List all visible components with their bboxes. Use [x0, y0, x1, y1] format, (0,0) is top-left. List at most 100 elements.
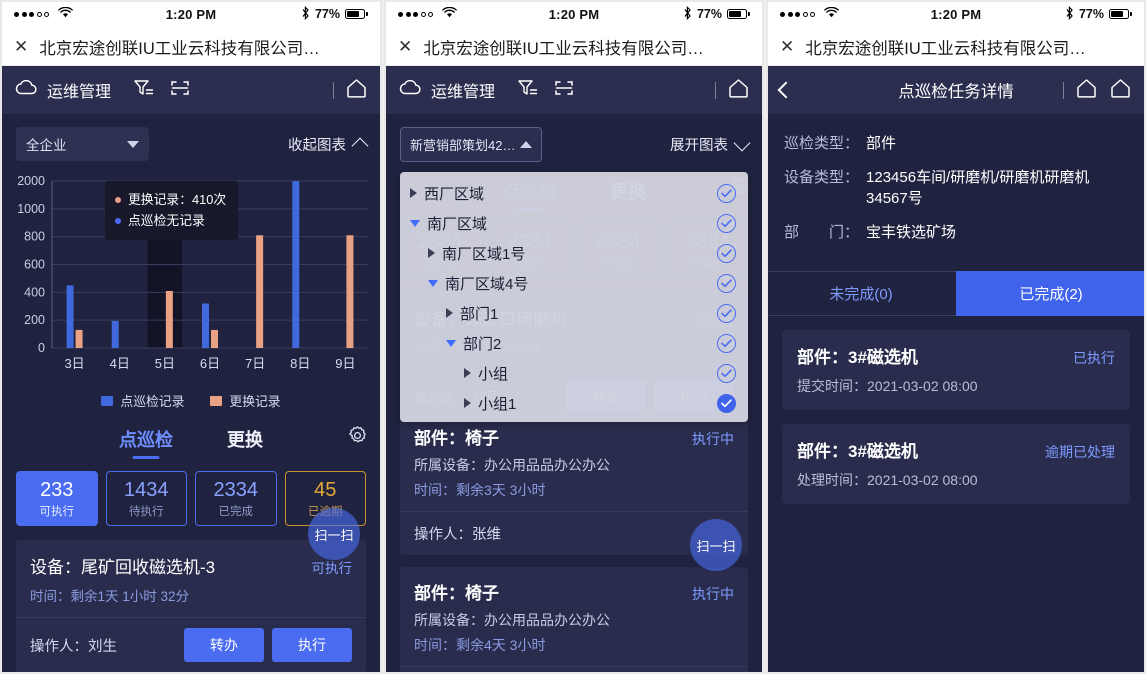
chart-legend: 点巡检记录 更换记录	[0, 391, 382, 410]
close-icon[interactable]: ✕	[14, 38, 28, 55]
task-title: 设备：尾矿回收磁选机-3	[30, 558, 216, 577]
close-icon[interactable]: ✕	[398, 38, 412, 55]
info-key: 部 门：	[784, 224, 860, 241]
divider	[333, 81, 334, 99]
app-bar: 运维管理	[0, 66, 382, 114]
check-circle-icon[interactable]	[717, 243, 736, 263]
browser-title-text: 北京宏途创联IU工业云科技有限公司…	[805, 39, 1086, 58]
battery-percent: 77%	[314, 7, 340, 21]
home-icon[interactable]	[727, 77, 750, 104]
tree-node-label: 小组1	[478, 395, 517, 413]
enterprise-select[interactable]: 全企业	[16, 127, 149, 161]
tree-node[interactable]: 西厂区域	[400, 178, 748, 208]
triangle-right-icon[interactable]	[464, 368, 471, 378]
list-item-title: 部件：椅子	[414, 429, 499, 448]
tree-node[interactable]: 部门2	[400, 328, 748, 358]
app-bar: 点巡检任务详情	[766, 66, 1146, 114]
app-bar-icons	[517, 78, 575, 103]
task-status: 可执行	[311, 561, 353, 576]
stat-card-number: 2334	[213, 479, 259, 501]
tree-node[interactable]: 部门1	[400, 298, 748, 328]
home-icon[interactable]	[1075, 77, 1098, 104]
execute-button[interactable]: 执行	[272, 628, 352, 662]
back-arrow-icon[interactable]	[777, 81, 795, 99]
task-time: 时间：剩余1天 1小时 32分	[30, 589, 190, 604]
collapse-chart-label: 收起图表	[288, 137, 346, 154]
info-key: 巡检类型：	[784, 135, 860, 152]
info-value: 123456车间/研磨机/研磨机研磨机34567号	[866, 169, 1090, 207]
task-card-header: 设备：尾矿回收磁选机-3 可执行	[30, 553, 352, 578]
browser-title-bar: ✕ 北京宏途创联IU工业云科技有限公司…	[766, 28, 1146, 66]
home-icon[interactable]	[345, 77, 368, 104]
scan-fab-button[interactable]: 扫一扫	[690, 519, 742, 571]
expand-chart-button[interactable]: 展开图表	[670, 134, 751, 155]
svg-text:200: 200	[24, 313, 45, 327]
app-brand: 运维管理	[398, 78, 495, 102]
task-card[interactable]: 设备：尾矿回收磁选机-3 可执行 时间：剩余1天 1小时 32分 操作人：刘生 …	[16, 540, 366, 673]
task-operator: 操作人：刘生	[30, 638, 117, 655]
check-circle-icon[interactable]	[717, 183, 736, 203]
collapse-chart-button[interactable]: 收起图表	[288, 134, 369, 155]
tree-node[interactable]: 南厂区域4号	[400, 268, 748, 298]
tree-node-label: 部门2	[463, 335, 502, 353]
app-brand-label: 运维管理	[47, 84, 112, 101]
stat-card-3[interactable]: 2334 已完成	[195, 471, 277, 526]
browser-title-bar: ✕ 北京宏途创联IU工业云科技有限公司…	[0, 28, 382, 66]
triangle-right-icon[interactable]	[410, 188, 417, 198]
check-circle-icon[interactable]	[717, 393, 736, 413]
filter-icon[interactable]	[133, 78, 155, 103]
triangle-right-icon[interactable]	[446, 308, 453, 318]
detail-card-status: 已执行	[1073, 350, 1115, 366]
tree-node[interactable]: 小组	[400, 358, 748, 388]
tree-node[interactable]: 南厂区域	[400, 208, 748, 238]
list-item-operator: 操作人：张云	[400, 666, 748, 674]
chart-tooltip: 更换记录：410次 点巡检无记录	[105, 181, 239, 241]
info-row: 设备类型： 123456车间/研磨机/研磨机研磨机34567号	[784, 166, 1128, 208]
detail-info-block: 巡检类型： 部件 设备类型： 123456车间/研磨机/研磨机研磨机34567号…	[766, 114, 1146, 271]
stat-card-2[interactable]: 1434 待执行	[105, 471, 187, 526]
scan-frame-icon[interactable]	[169, 78, 191, 103]
detail-card[interactable]: 部件：3#磁选机 已执行 提交时间：2021-03-02 08:00	[782, 330, 1130, 410]
svg-text:0: 0	[38, 341, 45, 355]
stat-card-1[interactable]: 233 可执行	[16, 471, 98, 526]
panel1-toolbar: 全企业 收起图表	[0, 114, 382, 167]
tab-inspection[interactable]: 点巡检	[119, 426, 173, 459]
triangle-down-icon[interactable]	[428, 279, 438, 287]
home-icon[interactable]	[1109, 77, 1132, 104]
check-circle-icon[interactable]	[717, 273, 736, 293]
triangle-down-icon[interactable]	[410, 219, 420, 227]
transfer-button[interactable]: 转办	[184, 628, 264, 662]
department-dropdown[interactable]: 新营销部策划42…	[400, 127, 542, 162]
tab-replace[interactable]: 更换	[227, 426, 263, 459]
tree-node[interactable]: 小组1	[400, 388, 748, 418]
panel2-toolbar: 新营销部策划42… 展开图表	[384, 114, 764, 168]
tree-node[interactable]: 南厂区域1号	[400, 238, 748, 268]
department-tree-panel[interactable]: 西厂区域 南厂区域 南厂区域1号 南厂区域4号 部门1 部门2 小组小组1	[400, 172, 748, 422]
legend-label: 点巡检记录	[120, 394, 185, 409]
list-item[interactable]: 部件：椅子 执行中 所属设备：办公用品品办公办公 时间：剩余4天 3小时 操作人…	[400, 567, 748, 674]
list-item-header: 部件：椅子 执行中	[414, 579, 734, 604]
scan-fab-button[interactable]: 扫一扫	[308, 508, 360, 560]
segment-complete[interactable]: 已完成(2)	[956, 271, 1146, 316]
status-bar-left	[398, 6, 457, 21]
svg-text:5日: 5日	[155, 356, 175, 371]
segment-incomplete[interactable]: 未完成(0)	[766, 271, 956, 316]
check-circle-icon[interactable]	[717, 363, 736, 383]
triangle-right-icon[interactable]	[428, 248, 435, 258]
scan-frame-icon[interactable]	[553, 78, 575, 103]
info-value: 部件	[866, 135, 897, 152]
triangle-right-icon[interactable]	[464, 398, 471, 408]
gear-icon[interactable]	[347, 425, 368, 451]
chevron-up-icon	[351, 137, 369, 155]
check-circle-icon[interactable]	[717, 333, 736, 353]
triangle-down-icon[interactable]	[446, 339, 456, 347]
svg-text:4日: 4日	[110, 356, 130, 371]
detail-card[interactable]: 部件：3#磁选机 逾期已处理 处理时间：2021-03-02 08:00	[782, 424, 1130, 504]
filter-icon[interactable]	[517, 78, 539, 103]
info-row: 部 门： 宝丰铁选矿场	[784, 221, 1128, 242]
close-icon[interactable]: ✕	[780, 38, 794, 55]
check-circle-icon[interactable]	[717, 213, 736, 233]
check-circle-icon[interactable]	[717, 303, 736, 323]
legend-swatch	[101, 395, 114, 406]
tooltip-text-1: 更换记录：410次	[128, 192, 227, 207]
